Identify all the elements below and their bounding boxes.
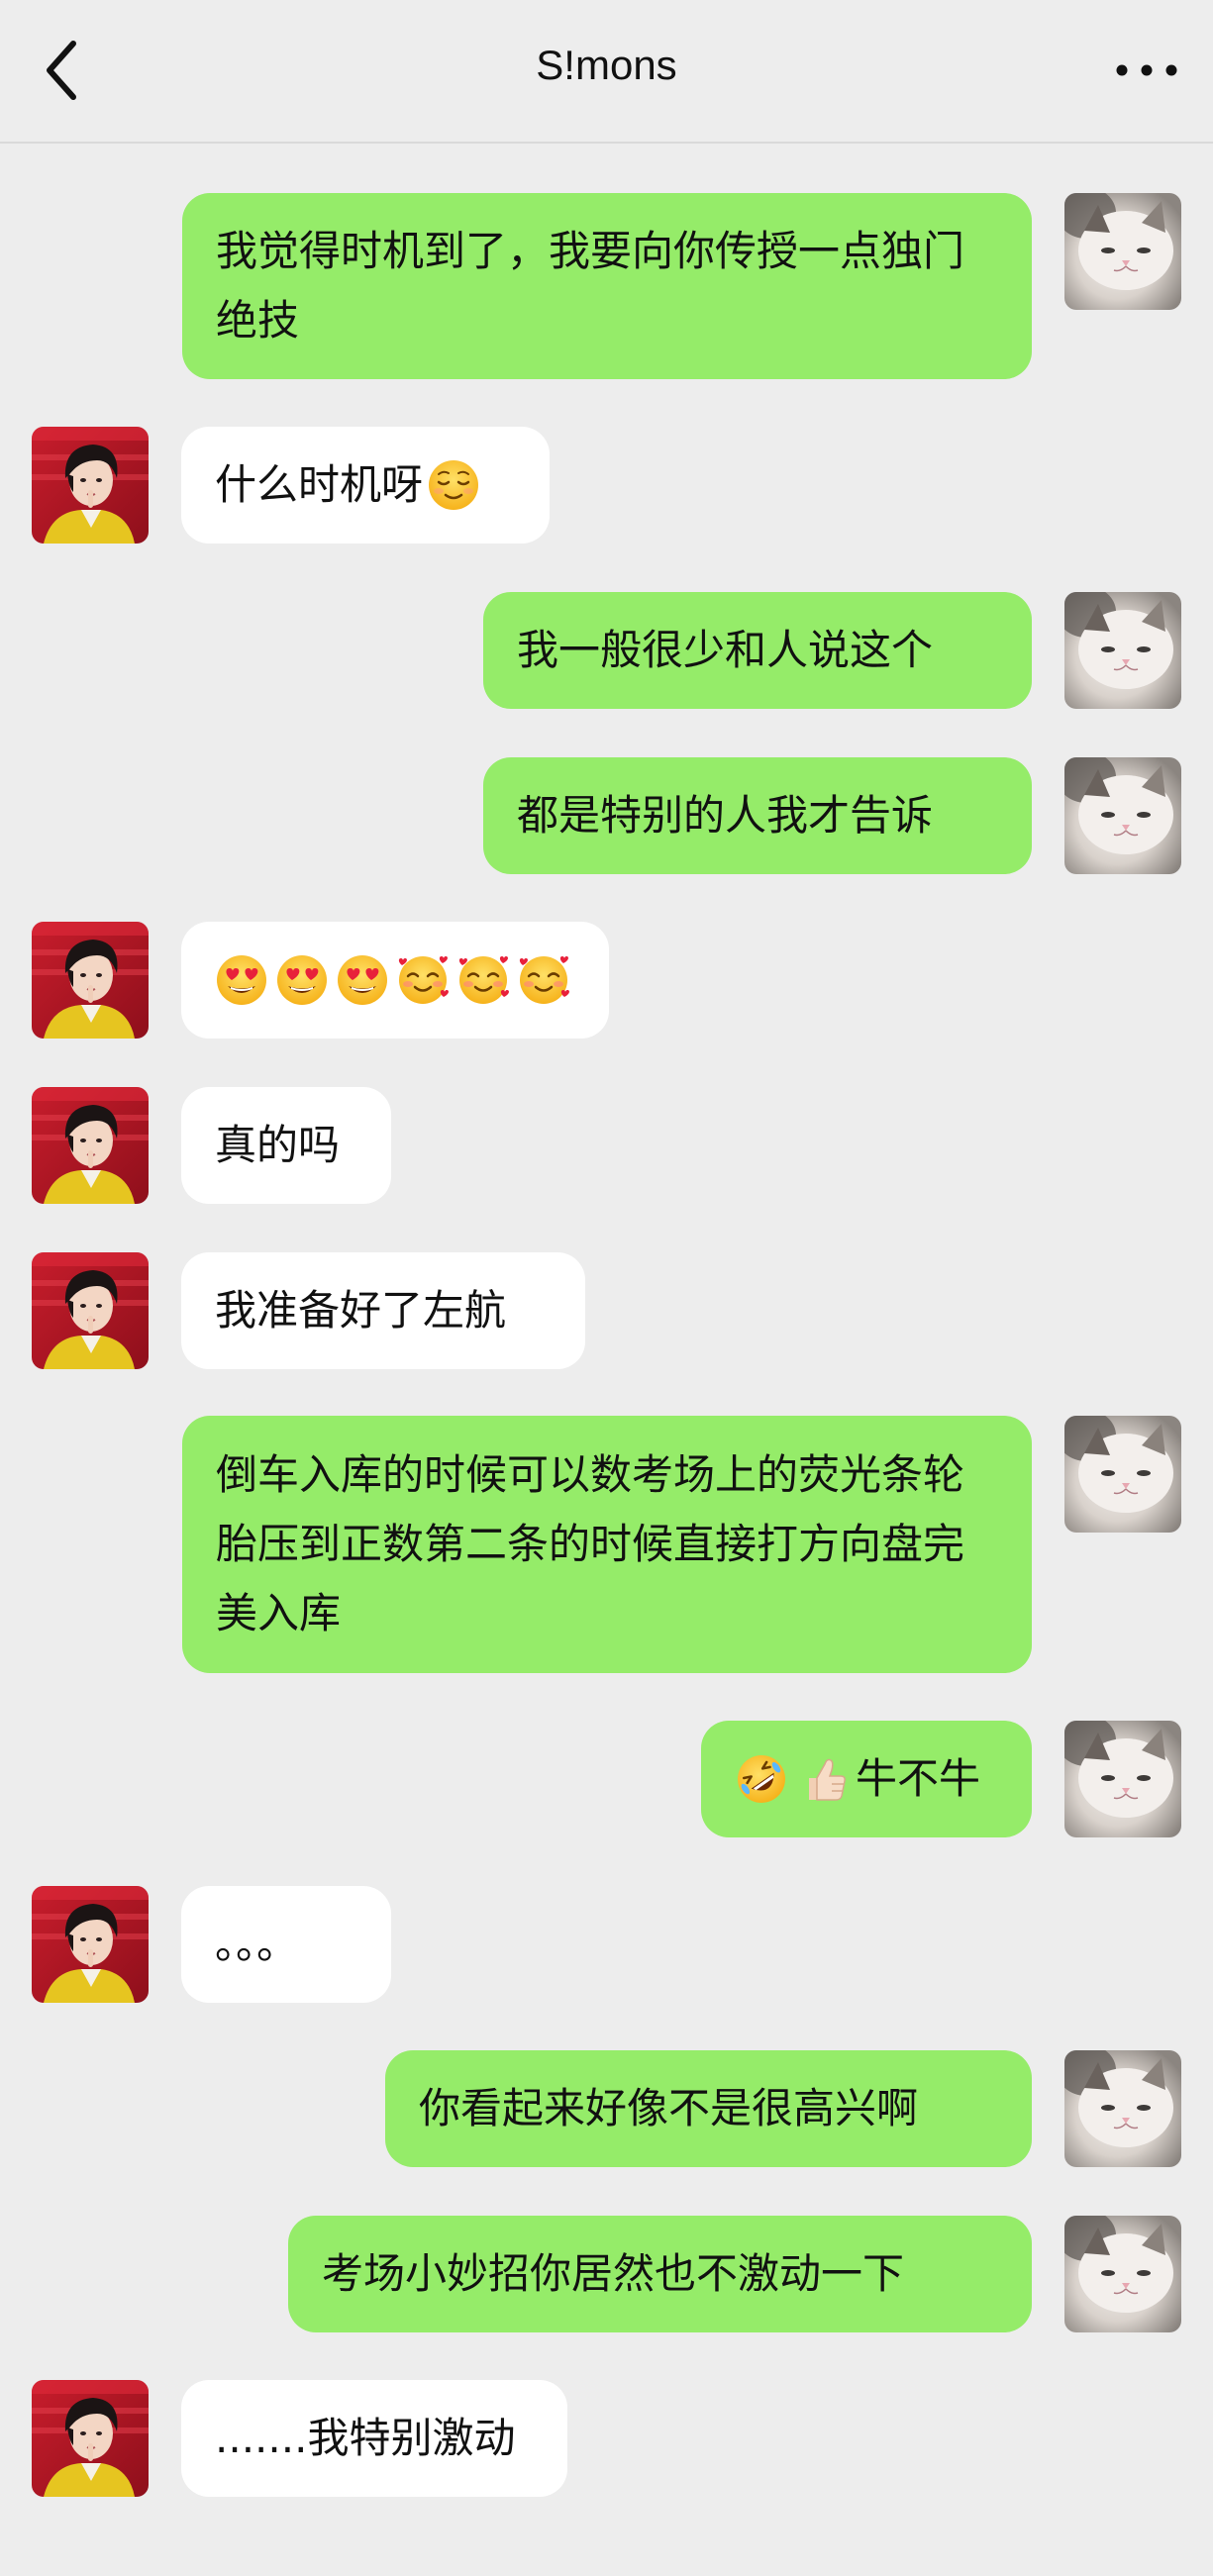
message-text: 牛不牛	[856, 1754, 981, 1803]
message-outgoing: 我觉得时机到了，我要向你传授一点独门绝技	[0, 193, 1213, 379]
message-bubble[interactable]	[181, 922, 609, 1039]
contact-avatar[interactable]	[32, 1886, 149, 2003]
cat-avatar[interactable]	[1064, 592, 1181, 709]
message-bubble[interactable]: 真的吗	[181, 1087, 391, 1204]
message-bubble[interactable]: 我觉得时机到了，我要向你传授一点独门绝技	[182, 193, 1032, 379]
cat-avatar[interactable]	[1064, 2216, 1181, 2332]
relieved-face-icon	[427, 458, 480, 512]
message-outgoing: 我一般很少和人说这个	[0, 592, 1213, 709]
contact-avatar[interactable]	[32, 1087, 149, 1204]
smiling-face-with-hearts-icon	[456, 953, 510, 1007]
message-bubble[interactable]: 我一般很少和人说这个	[483, 592, 1032, 709]
message-bubble[interactable]: 都是特别的人我才告诉	[483, 757, 1032, 874]
contact-avatar[interactable]	[32, 1252, 149, 1369]
message-incoming: .......我特别激动	[0, 2380, 1213, 2497]
message-text: 。。。	[215, 1920, 299, 1968]
message-bubble[interactable]: .......我特别激动	[181, 2380, 567, 2497]
message-incoming	[0, 922, 1213, 1039]
cat-avatar[interactable]	[1064, 1416, 1181, 1533]
message-bubble[interactable]: 牛不牛	[701, 1721, 1032, 1837]
contact-avatar[interactable]	[32, 922, 149, 1039]
cat-avatar[interactable]	[1064, 1721, 1181, 1837]
message-outgoing: 牛不牛	[0, 1721, 1213, 1837]
contact-avatar[interactable]	[32, 427, 149, 544]
message-bubble[interactable]: 你看起来好像不是很高兴啊	[385, 2050, 1032, 2167]
message-outgoing: 你看起来好像不是很高兴啊	[0, 2050, 1213, 2167]
thumbs-up-icon	[795, 1752, 849, 1806]
more-dots-icon	[1116, 64, 1177, 76]
message-text: 你看起来好像不是很高兴啊	[419, 2084, 919, 2132]
cat-avatar[interactable]	[1064, 2050, 1181, 2167]
message-text: 我准备好了左航	[215, 1286, 507, 1335]
cat-avatar[interactable]	[1064, 193, 1181, 310]
rolling-on-floor-laughing-icon	[735, 1752, 788, 1806]
message-incoming: 真的吗	[0, 1087, 1213, 1204]
emoji-row	[215, 953, 570, 1007]
message-text: .......我特别激动	[215, 2414, 516, 2462]
more-button[interactable]	[1112, 48, 1181, 93]
message-bubble[interactable]: 什么时机呀	[181, 427, 550, 544]
message-outgoing: 倒车入库的时候可以数考场上的荧光条轮胎压到正数第二条的时候直接打方向盘完美入库	[0, 1416, 1213, 1673]
contact-avatar[interactable]	[32, 2380, 149, 2497]
message-text: 真的吗	[215, 1121, 341, 1169]
message-outgoing: 都是特别的人我才告诉	[0, 757, 1213, 874]
message-incoming: 我准备好了左航	[0, 1252, 1213, 1369]
message-text: 倒车入库的时候可以数考场上的荧光条轮胎压到正数第二条的时候直接打方向盘完美入库	[216, 1450, 965, 1637]
heart-eyes-face-icon	[336, 953, 389, 1007]
heart-eyes-face-icon	[275, 953, 329, 1007]
message-text: 考场小妙招你居然也不激动一下	[322, 2249, 905, 2298]
message-outgoing: 考场小妙招你居然也不激动一下	[0, 2216, 1213, 2332]
message-text: 什么时机呀	[215, 460, 424, 509]
message-text: 我觉得时机到了，我要向你传授一点独门绝技	[216, 227, 965, 345]
cat-avatar[interactable]	[1064, 757, 1181, 874]
chat-title: S!mons	[536, 42, 677, 88]
message-bubble[interactable]: 考场小妙招你居然也不激动一下	[288, 2216, 1032, 2332]
message-incoming: 。。。	[0, 1886, 1213, 2003]
message-incoming: 什么时机呀	[0, 427, 1213, 544]
smiling-face-with-hearts-icon	[396, 953, 450, 1007]
chat-header: S!mons	[0, 0, 1213, 144]
heart-eyes-face-icon	[215, 953, 268, 1007]
message-text: 我一般很少和人说这个	[517, 626, 934, 674]
message-bubble[interactable]: 我准备好了左航	[181, 1252, 585, 1369]
message-text: 都是特别的人我才告诉	[517, 791, 934, 840]
message-bubble[interactable]: 倒车入库的时候可以数考场上的荧光条轮胎压到正数第二条的时候直接打方向盘完美入库	[182, 1416, 1032, 1673]
message-bubble[interactable]: 。。。	[181, 1886, 391, 2003]
smiling-face-with-hearts-icon	[517, 953, 570, 1007]
